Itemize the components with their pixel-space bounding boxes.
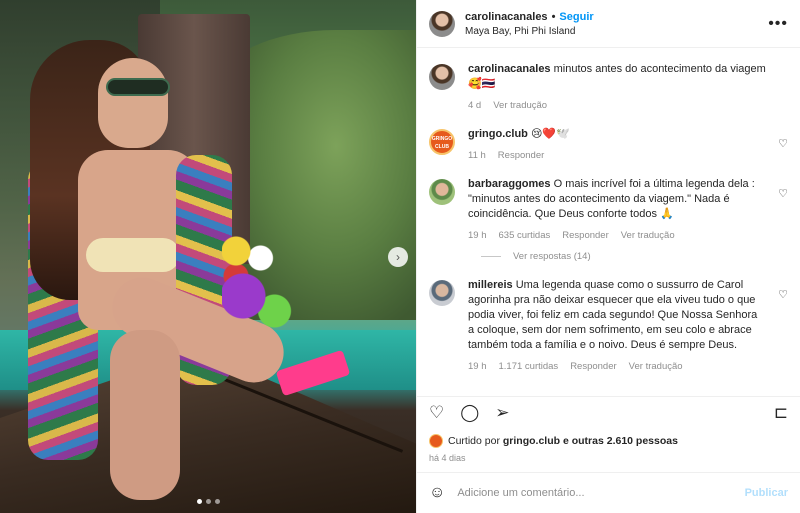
follow-button[interactable]: Seguir xyxy=(559,11,593,23)
caption-username[interactable]: carolinacanales xyxy=(468,63,551,75)
like-heart-icon[interactable]: ♡ xyxy=(429,403,444,423)
bookmark-icon[interactable]: ⊏ xyxy=(774,403,788,423)
liker-username[interactable]: gringo.club xyxy=(503,435,560,447)
like-comment-heart-icon[interactable]: ♡ xyxy=(778,288,788,301)
commenter-avatar[interactable]: GRINGO CLUB xyxy=(429,129,455,155)
separator-dot: • xyxy=(551,10,556,23)
carousel-dot xyxy=(206,499,211,504)
caption-age: 4 d xyxy=(468,100,482,111)
comment-username[interactable]: gringo.club xyxy=(468,128,528,140)
posted-time: há 4 dias xyxy=(429,453,466,463)
author-avatar[interactable] xyxy=(429,10,455,37)
sunglasses xyxy=(106,78,170,96)
post-photo: › xyxy=(0,0,416,513)
comment-icon[interactable]: ◯ xyxy=(460,403,479,423)
comment-likes[interactable]: 1.171 curtidas xyxy=(499,359,559,374)
post-header: carolinacanales • Seguir Maya Bay, Phi P… xyxy=(417,0,800,48)
more-options-icon[interactable]: ••• xyxy=(768,15,788,33)
liker-avatar[interactable] xyxy=(429,434,443,448)
comment-username[interactable]: barbaraggomes xyxy=(468,178,551,190)
bikini-top xyxy=(86,238,180,272)
flower-garland xyxy=(222,236,292,336)
comment-username[interactable]: millereis xyxy=(468,279,513,291)
post-modal: › carolinacanales • Seguir Maya Bay, Phi… xyxy=(0,0,800,513)
translate-link[interactable]: Ver tradução xyxy=(493,98,547,113)
view-replies-button[interactable]: Ver respostas (14) xyxy=(481,251,788,262)
comment-age: 19 h xyxy=(468,230,487,241)
likes-prefix: Curtido por xyxy=(448,435,500,447)
comment-input[interactable] xyxy=(457,487,745,499)
likes-count[interactable]: e outras 2.610 pessoas xyxy=(563,435,678,447)
reply-button[interactable]: Responder xyxy=(570,359,616,374)
reply-button[interactable]: Responder xyxy=(498,148,544,163)
like-comment-heart-icon[interactable]: ♡ xyxy=(778,187,788,200)
woman-leg-lower xyxy=(110,330,180,500)
author-username[interactable]: carolinacanales xyxy=(465,11,548,23)
replies-line xyxy=(481,256,501,257)
comment-item: GRINGO CLUB gringo.club 😢❤️🕊️ 11 h Respo… xyxy=(429,127,788,163)
view-replies-label[interactable]: Ver respostas (14) xyxy=(513,251,591,262)
caption: carolinacanales minutos antes do acontec… xyxy=(429,62,788,113)
carousel-next-button[interactable]: › xyxy=(388,247,408,267)
comment-age: 11 h xyxy=(468,150,486,161)
carousel-dot xyxy=(197,499,202,504)
caption-emojis: 🥰🇹🇭 xyxy=(468,78,496,90)
translate-link[interactable]: Ver tradução xyxy=(621,228,675,243)
reply-button[interactable]: Responder xyxy=(562,228,608,243)
post-actions: ♡ ◯ ➢ ⊏ xyxy=(417,396,800,428)
like-comment-heart-icon[interactable]: ♡ xyxy=(778,137,788,150)
comment-item: barbaraggomes O mais incrível foi a últi… xyxy=(429,177,788,243)
post-location[interactable]: Maya Bay, Phi Phi Island xyxy=(465,26,768,37)
carousel-dot xyxy=(215,499,220,504)
comment-text: 😢❤️🕊️ xyxy=(530,128,570,140)
add-comment-bar: ☺ Publicar xyxy=(417,472,800,513)
woman-face xyxy=(98,58,168,148)
comment-item: millereis Uma legenda quase como o sussu… xyxy=(429,278,788,374)
publish-button[interactable]: Publicar xyxy=(745,487,788,499)
commenter-avatar[interactable] xyxy=(429,179,455,205)
emoji-icon[interactable]: ☺ xyxy=(429,484,445,502)
translate-link[interactable]: Ver tradução xyxy=(629,359,683,374)
comment-age: 19 h xyxy=(468,361,487,372)
comment-likes[interactable]: 635 curtidas xyxy=(499,228,551,243)
carousel-dots xyxy=(197,499,220,504)
comments-list[interactable]: carolinacanales minutos antes do acontec… xyxy=(417,52,800,392)
commenter-avatar[interactable] xyxy=(429,280,455,306)
author-avatar[interactable] xyxy=(429,64,455,90)
likes-summary: Curtido por gringo.club e outras 2.610 p… xyxy=(429,434,678,448)
caption-text: minutos antes do acontecimento da viagem xyxy=(553,63,766,75)
post-side-panel: carolinacanales • Seguir Maya Bay, Phi P… xyxy=(416,0,800,513)
share-icon[interactable]: ➢ xyxy=(495,403,509,423)
